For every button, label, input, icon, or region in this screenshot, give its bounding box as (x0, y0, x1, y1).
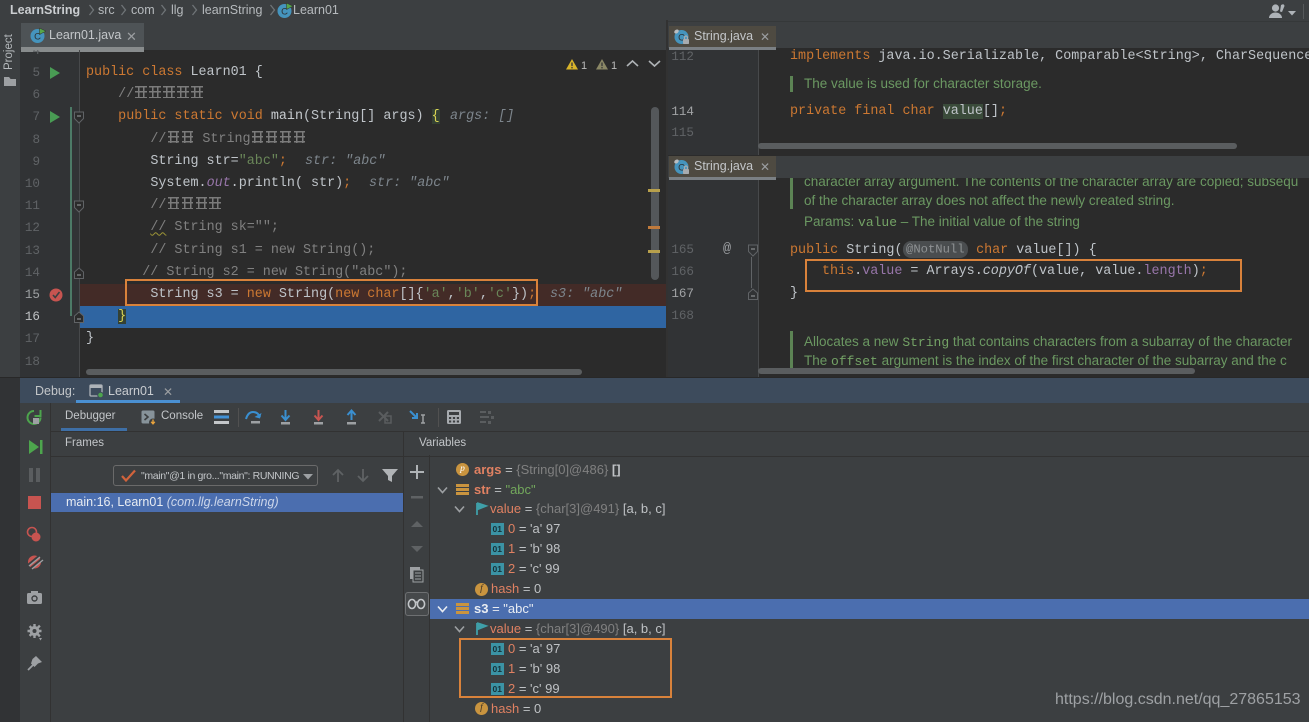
svg-text:1: 1 (611, 60, 617, 72)
svg-text:1: 1 (581, 60, 587, 72)
